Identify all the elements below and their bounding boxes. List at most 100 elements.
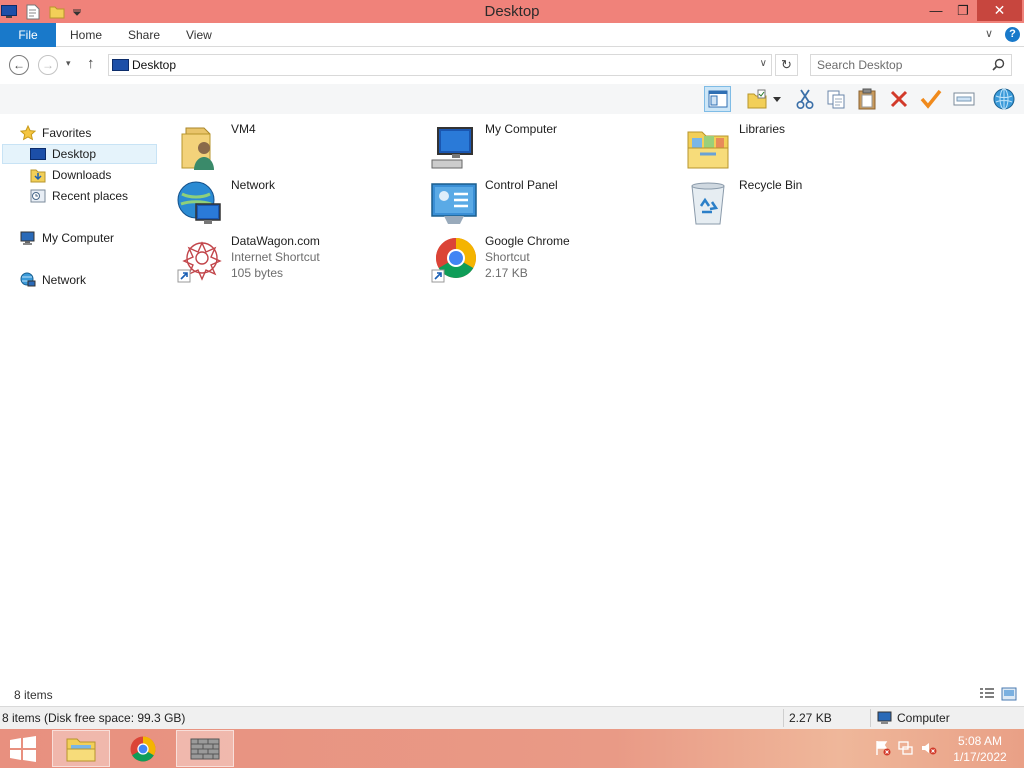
recent-locations-icon[interactable]: ▾ bbox=[66, 58, 71, 69]
nav-my-computer-label: My Computer bbox=[42, 231, 115, 245]
item-name: My Computer bbox=[485, 122, 558, 136]
clock-time: 5:08 AM bbox=[957, 734, 1003, 748]
clock-date: 1/17/2022 bbox=[953, 750, 1007, 764]
internet-globe-button[interactable] bbox=[990, 86, 1017, 112]
nav-item-recent-places[interactable]: Recent places bbox=[30, 186, 128, 206]
network-icon bbox=[176, 180, 224, 228]
nav-network[interactable]: Network bbox=[20, 270, 86, 290]
item-google-chrome[interactable]: Google Chrome Shortcut 2.17 KB bbox=[414, 232, 664, 284]
maximize-button[interactable]: ❐ bbox=[950, 0, 976, 21]
taskbar-firewall[interactable] bbox=[176, 730, 234, 767]
item-size: 2.17 KB bbox=[485, 266, 528, 280]
delete-button[interactable] bbox=[885, 86, 912, 112]
command-toolbar bbox=[0, 84, 1024, 114]
downloads-icon bbox=[30, 167, 46, 183]
refresh-button[interactable]: ↻ bbox=[775, 54, 798, 76]
status-divider bbox=[870, 709, 871, 727]
nav-favorites[interactable]: Favorites bbox=[20, 123, 91, 143]
tab-share[interactable]: Share bbox=[128, 23, 160, 47]
computer-icon bbox=[20, 230, 36, 246]
libraries-icon bbox=[684, 124, 732, 172]
item-vm4[interactable]: VM4 bbox=[160, 120, 410, 172]
close-button[interactable]: ✕ bbox=[977, 0, 1022, 21]
taskbar-google-chrome[interactable] bbox=[114, 730, 172, 767]
selection-size: 2.27 KB bbox=[789, 711, 832, 725]
item-my-computer[interactable]: My Computer bbox=[414, 120, 664, 172]
nav-item-desktop[interactable]: Desktop bbox=[2, 144, 157, 164]
item-name: VM4 bbox=[231, 122, 256, 136]
tab-file[interactable]: File bbox=[0, 23, 56, 47]
item-network[interactable]: Network bbox=[160, 176, 410, 228]
computer-icon bbox=[877, 711, 893, 725]
nav-item-downloads[interactable]: Downloads bbox=[30, 165, 111, 185]
computer-icon bbox=[430, 124, 478, 172]
preview-pane-button[interactable] bbox=[704, 86, 731, 112]
help-icon[interactable]: ? bbox=[1005, 27, 1020, 42]
desktop-icon bbox=[30, 146, 46, 162]
details-view-icon[interactable] bbox=[979, 687, 995, 701]
item-datawagon[interactable]: DataWagon.com Internet Shortcut 105 byte… bbox=[160, 232, 410, 284]
title-bar: Desktop — ❐ ✕ bbox=[0, 0, 1024, 23]
tab-view[interactable]: View bbox=[186, 23, 212, 47]
up-button[interactable]: ↑ bbox=[87, 55, 95, 72]
expand-ribbon-icon[interactable]: ∨ bbox=[985, 27, 993, 40]
ribbon-tabs: File Home Share View ∨ ? bbox=[0, 23, 1024, 47]
taskbar: 5:08 AM 1/17/2022 bbox=[0, 729, 1024, 768]
window-title: Desktop bbox=[484, 3, 540, 20]
tab-home[interactable]: Home bbox=[70, 23, 102, 47]
address-dropdown-icon[interactable]: ∨ bbox=[760, 58, 767, 69]
nav-item-label: Desktop bbox=[52, 147, 97, 161]
large-icons-view-icon[interactable] bbox=[1001, 687, 1017, 701]
nav-favorites-label: Favorites bbox=[42, 126, 92, 140]
new-folder-dropdown-icon[interactable] bbox=[770, 86, 784, 112]
search-icon[interactable] bbox=[992, 58, 1005, 74]
content-area: VM4 My Computer Libraries Network Contro… bbox=[160, 114, 1024, 686]
item-recycle-bin[interactable]: Recycle Bin bbox=[668, 176, 918, 228]
recent-places-icon bbox=[30, 188, 46, 204]
forward-button[interactable]: → bbox=[38, 55, 58, 75]
status-bar: 8 items (Disk free space: 99.3 GB) 2.27 … bbox=[0, 706, 1024, 729]
datawagon-icon bbox=[176, 236, 224, 284]
chrome-icon bbox=[430, 236, 478, 284]
item-name: DataWagon.com bbox=[231, 234, 320, 248]
address-bar[interactable]: Desktop ∨ bbox=[108, 54, 772, 76]
address-row: ← → ▾ ↑ Desktop ∨ ↻ bbox=[0, 48, 1024, 84]
paste-button[interactable] bbox=[853, 86, 880, 112]
volume-muted-icon[interactable] bbox=[921, 740, 937, 756]
properties-checkmark-button[interactable] bbox=[917, 86, 944, 112]
status-divider bbox=[783, 709, 784, 727]
nav-item-label: Recent places bbox=[52, 189, 129, 203]
navigation-pane: Favorites Desktop Downloads Recent place… bbox=[0, 114, 160, 686]
taskbar-file-explorer[interactable] bbox=[52, 730, 110, 767]
item-type: Internet Shortcut bbox=[231, 250, 320, 264]
minimize-button[interactable]: — bbox=[923, 0, 949, 21]
item-size: 105 bytes bbox=[231, 266, 284, 280]
item-libraries[interactable]: Libraries bbox=[668, 120, 918, 172]
system-clock[interactable]: 5:08 AM 1/17/2022 bbox=[946, 733, 1014, 765]
control-panel-icon bbox=[430, 180, 478, 228]
nav-network-label: Network bbox=[42, 273, 87, 287]
item-name: Control Panel bbox=[485, 178, 558, 192]
start-button[interactable] bbox=[8, 735, 40, 763]
nav-my-computer[interactable]: My Computer bbox=[20, 228, 114, 248]
item-count: 8 items bbox=[14, 688, 53, 702]
cut-button[interactable] bbox=[791, 86, 818, 112]
desktop-location-icon bbox=[112, 59, 129, 71]
item-name: Google Chrome bbox=[485, 234, 570, 248]
disk-free-space: 8 items (Disk free space: 99.3 GB) bbox=[2, 711, 186, 725]
item-control-panel[interactable]: Control Panel bbox=[414, 176, 664, 228]
new-folder-button[interactable] bbox=[743, 86, 770, 112]
item-name: Recycle Bin bbox=[739, 178, 803, 192]
search-box[interactable] bbox=[810, 54, 1012, 76]
network-status-icon[interactable] bbox=[898, 740, 914, 756]
star-icon bbox=[20, 125, 36, 141]
item-count-row: 8 items bbox=[0, 686, 1024, 706]
action-center-flag-icon[interactable] bbox=[875, 740, 891, 756]
back-button[interactable]: ← bbox=[9, 55, 29, 75]
rename-button[interactable] bbox=[950, 86, 977, 112]
search-input[interactable] bbox=[817, 57, 987, 73]
item-name: Network bbox=[231, 178, 276, 192]
nav-item-label: Downloads bbox=[52, 168, 112, 182]
copy-button[interactable] bbox=[822, 86, 849, 112]
item-name: Libraries bbox=[739, 122, 786, 136]
